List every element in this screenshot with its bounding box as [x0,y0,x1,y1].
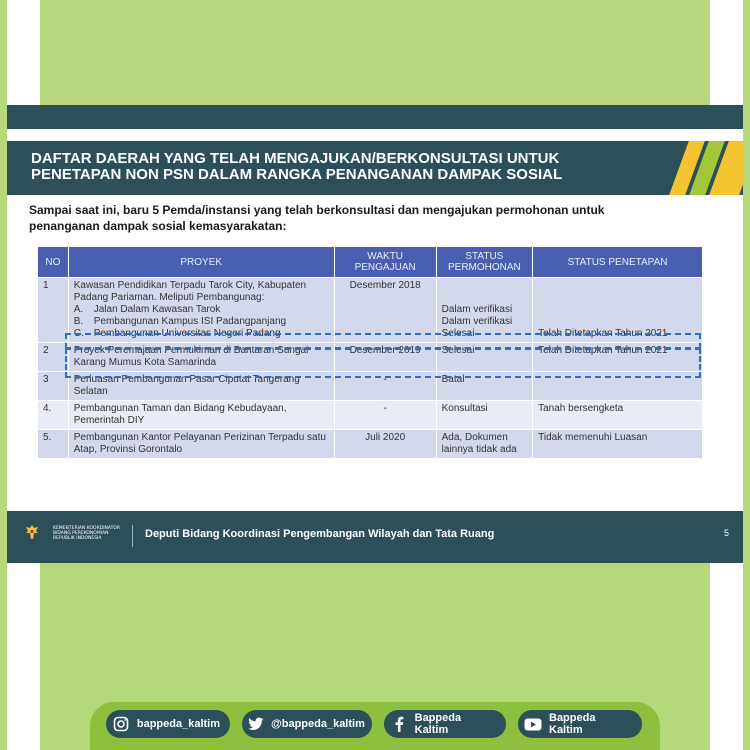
social-facebook-link[interactable]: Bappeda Kaltim [384,710,506,738]
social-instagram-link[interactable]: bappeda_kaltim [106,710,230,738]
page-number: 5 [723,528,729,538]
header-proyek: PROYEK [67,246,335,278]
header-status-penetapan: STATUS PENETAPAN [532,246,703,278]
cell-no: 1 [37,277,69,343]
project-text: Kawasan Pendidikan Terpadu Tarok City, K… [73,280,307,303]
intro-text: Sampai saat ini, baru 5 Pemda/instansi y… [29,203,605,233]
list-item: B. Pembangunan Kampus ISI Padangpanjang [73,316,287,327]
slide-top-band [7,105,743,129]
social-label: @bappeda_kaltim [271,718,365,730]
social-media-bar: bappeda_kaltim @bappeda_kaltim Bappeda K… [90,702,660,750]
highlight-box [65,348,701,378]
list-item: A. Jalan Dalam Kawasan Tarok [73,304,221,315]
social-label: Bappeda Kaltim [549,712,596,736]
instagram-icon [112,715,130,733]
social-twitter-link[interactable]: @bappeda_kaltim [242,710,372,738]
garuda-emblem-icon [26,525,38,539]
table-row: 5. Pembangunan Kantor Pelayanan Perizina… [37,429,703,459]
footer-divider [132,525,133,547]
slide-header: DAFTAR DAERAH YANG TELAH MENGAJUKAN/BERK… [7,141,743,195]
youtube-icon [524,715,542,733]
social-youtube-link[interactable]: Bappeda Kaltim [518,710,642,738]
footer-deputy-text: Deputi Bidang Koordinasi Pengembangan Wi… [145,528,495,540]
header-status-permohonan: STATUS PERMOHONAN [435,246,534,278]
header-waktu: WAKTU PENGAJUAN [333,246,437,278]
header-no: NO [37,246,69,278]
table-row: 4. Pembangunan Taman dan Bidang Kebudaya… [37,400,703,430]
presentation-slide: DAFTAR DAERAH YANG TELAH MENGAJUKAN/BERK… [7,105,743,563]
slide-title: DAFTAR DAERAH YANG TELAH MENGAJUKAN/BERK… [31,150,563,183]
slide-footer: KEMENTERIAN KOORDINATOR BIDANG PEREKONOM… [7,511,743,563]
table-header-row: NO PROYEK WAKTU PENGAJUAN STATUS PERMOHO… [37,246,703,278]
social-label: bappeda_kaltim [136,718,220,730]
ministry-name: KEMENTERIAN KOORDINATOR BIDANG PEREKONOM… [53,526,121,541]
facebook-icon [390,715,408,733]
highlight-box [65,333,701,349]
social-label: Bappeda Kaltim [414,712,462,736]
top-green-area [40,0,710,105]
twitter-icon [248,715,264,733]
